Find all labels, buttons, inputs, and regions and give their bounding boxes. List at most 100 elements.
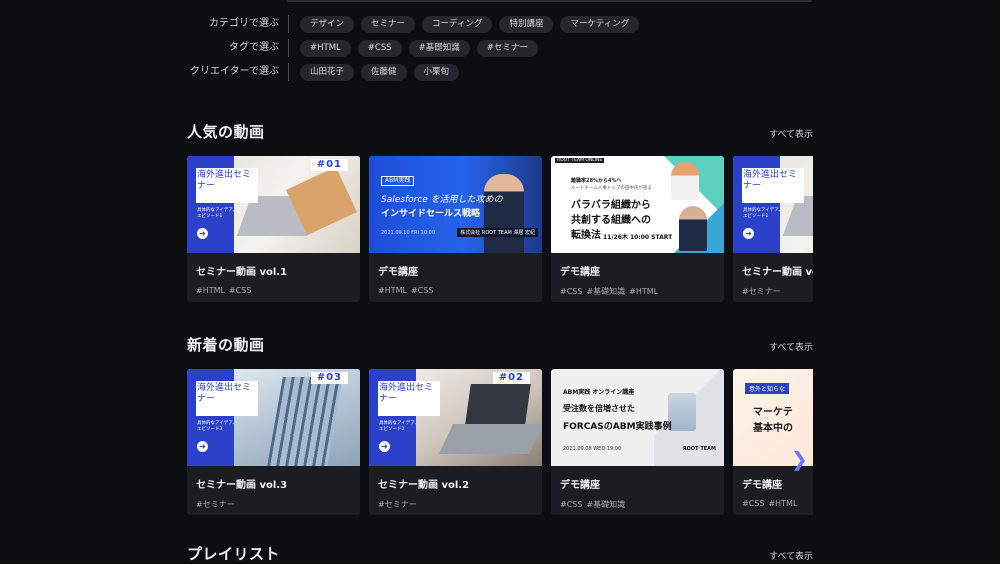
tag-link[interactable]: #基礎知識	[586, 500, 625, 509]
filter-row: タグで選ぶ #HTML #CSS #基礎知識 #セミナー	[187, 36, 827, 60]
thumbnail-subtitle: 具体的なアイデア、エピソード1	[197, 208, 237, 219]
filter-chip[interactable]: #基礎知識	[408, 39, 470, 57]
card-thumbnail[interactable]: ROOT TEAM ONLINE 離職率28%から4%へ ルートチーム人事トップの田…	[551, 156, 724, 253]
section-title-latest: 新着の動画	[187, 336, 265, 354]
building-shape	[265, 377, 343, 466]
thumbnail-heading2: 共創する組織への	[571, 215, 651, 226]
tag-link[interactable]: #CSS	[560, 500, 582, 509]
see-all-latest-link[interactable]: すべて表示	[769, 340, 813, 353]
popular-carousel[interactable]: 海外進出セミナー 具体的なアイデア、エピソード1 ➜ #01 セミナー動画 vol.1 #…	[187, 156, 813, 302]
filter-chip[interactable]: セミナー	[361, 15, 416, 33]
filter-chip[interactable]: 特別講座	[499, 15, 554, 33]
video-card[interactable]: 海外進出セミナー具体的なアイデア、エピソード1 ➜ セミナー動画 vol #セミナー	[733, 156, 813, 302]
tag-link[interactable]: #HTML	[378, 286, 407, 295]
top-divider	[287, 0, 812, 2]
thumbnail-date: 2021.09.08 WED 19:00	[563, 446, 622, 452]
thumbnail-line1: 受注数を倍増させた	[563, 404, 635, 413]
latest-carousel[interactable]: 海外進出セミナー 具体的なアイデア、エピソード3 ➜ #03 セミナー動画 vol.3 #…	[187, 369, 813, 515]
tag-link[interactable]: #CSS	[229, 286, 251, 295]
filter-chip[interactable]: コーディング	[422, 15, 493, 33]
video-title[interactable]: デモ講座	[560, 476, 715, 491]
card-body: セミナー動画 vol #セミナー	[733, 253, 813, 297]
tag-link[interactable]: #セミナー	[196, 500, 235, 509]
tag-link[interactable]: #セミナー	[378, 500, 417, 509]
arrow-right-icon: ➜	[379, 441, 390, 452]
carousel-next-icon[interactable]: ❯	[791, 449, 808, 469]
filter-chip[interactable]: マーケティング	[560, 15, 640, 33]
filter-chip[interactable]: #CSS	[357, 39, 402, 57]
popular-section: 人気の動画 すべて表示 海外進出セミナー 具体的なアイデア、エピソード1 ➜ #01 セ…	[187, 121, 813, 302]
section-title-playlist: プレイリスト	[187, 545, 281, 563]
thumbnail-badge: ABM実践	[381, 176, 415, 186]
filter-panel: カテゴリで選ぶ デザイン セミナー コーディング 特別講座 マーケティング タグで選ぶ #HT…	[187, 12, 827, 84]
video-card[interactable]: 海外進出セミナー 具体的なアイデア、エピソード1 ➜ #01 セミナー動画 vol.1 #…	[187, 156, 360, 302]
thumbnail-line2: インサイドセールス戦略	[381, 209, 481, 219]
see-all-playlist-link[interactable]: すべて表示	[769, 549, 813, 562]
thumbnail-badge: ABM実践 オンライン講座	[563, 389, 635, 396]
video-card[interactable]: 海外進出セミナー 具体的なアイデア、エピソード2 ➜ #02 セミナー動画 vol.2 #…	[369, 369, 542, 515]
video-title[interactable]: デモ講座	[378, 263, 533, 278]
card-thumbnail[interactable]: ABM実践 Salesforce を活用した攻めの インサイドセールス戦略 2021.…	[369, 156, 542, 253]
thumbnail-sub1: 離職率28%から4%へ	[571, 178, 622, 184]
filter-chips: 山田花子 佐藤健 小栗旬	[289, 63, 460, 81]
video-card[interactable]: 海外進出セミナー 具体的なアイデア、エピソード3 ➜ #03 セミナー動画 vol.3 #…	[187, 369, 360, 515]
filter-row: カテゴリで選ぶ デザイン セミナー コーディング 特別講座 マーケティング	[187, 12, 827, 36]
card-thumbnail[interactable]: 海外進出セミナー 具体的なアイデア、エピソード2 ➜ #02	[369, 369, 542, 466]
tag-link[interactable]: #基礎知識	[586, 287, 625, 296]
card-thumbnail[interactable]: 海外進出セミナー 具体的なアイデア、エピソード3 ➜ #03	[187, 369, 360, 466]
filter-chip[interactable]: 山田花子	[300, 63, 355, 81]
video-tags: #セミナー	[196, 499, 351, 510]
thumbnail-sub2: ルートチーム人事トップの田中氏が語る	[571, 186, 652, 191]
filter-label: クリエイターで選ぶ	[187, 63, 289, 81]
tag-link[interactable]: #CSS	[411, 286, 433, 295]
filter-chip[interactable]: #セミナー	[476, 39, 538, 57]
filter-chip[interactable]: 佐藤健	[361, 63, 407, 81]
card-thumbnail[interactable]: 海外進出セミナー 具体的なアイデア、エピソード1 ➜ #01	[187, 156, 360, 253]
video-card[interactable]: ABM実践 オンライン講座 受注数を倍増させた FORCASのABM実践事例 2021…	[551, 369, 724, 515]
video-tags: #CSS #基礎知識 #HTML	[560, 286, 715, 297]
card-body: デモ講座 #CSS #HTML	[733, 466, 813, 508]
thumbnail-line2: 基本中の	[753, 423, 793, 434]
thumbnail-brand: ROOT TEAM	[682, 446, 716, 452]
keyboard-shape	[439, 424, 542, 454]
video-tags: #CSS #基礎知識	[560, 499, 715, 510]
video-title[interactable]: セミナー動画 vol.3	[196, 476, 351, 491]
filter-chip[interactable]: 小栗旬	[413, 63, 460, 81]
video-card[interactable]: ABM実践 Salesforce を活用した攻めの インサイドセールス戦略 2021.…	[369, 156, 542, 302]
video-title[interactable]: セミナー動画 vol.1	[196, 263, 351, 278]
thumbnail-title: 海外進出セミナー	[197, 383, 252, 404]
video-title[interactable]: デモ講座	[560, 263, 715, 278]
tag-link[interactable]: #HTML	[629, 287, 658, 296]
video-title[interactable]: セミナー動画 vol	[742, 263, 813, 278]
arrow-right-icon: ➜	[197, 441, 208, 452]
video-card[interactable]: 意外と知らな マーケテ 基本中の デモ講座 #CSS #HTML	[733, 369, 813, 515]
thumbnail-subtitle: 具体的なアイデア、エピソード2	[379, 421, 419, 432]
card-thumbnail[interactable]: 海外進出セミナー 具体的なアイデア、エピソード1 ➜	[733, 156, 813, 253]
see-all-popular-link[interactable]: すべて表示	[769, 127, 813, 140]
video-tags: #CSS #HTML	[742, 499, 813, 508]
card-thumbnail[interactable]: ABM実践 オンライン講座 受注数を倍増させた FORCASのABM実践事例 2021…	[551, 369, 724, 466]
episode-number: #02	[492, 372, 530, 384]
tag-link[interactable]: #HTML	[768, 499, 797, 508]
latest-section: 新着の動画 すべて表示 海外進出セミナー 具体的なアイデア、エピソード3 ➜ #03 セ…	[187, 334, 813, 515]
card-body: セミナー動画 vol.1 #HTML #CSS	[187, 253, 360, 295]
thumbnail-line2: FORCASのABM実践事例	[563, 422, 672, 432]
filter-chips: #HTML #CSS #基礎知識 #セミナー	[289, 39, 538, 57]
card-body: セミナー動画 vol.3 #セミナー	[187, 466, 360, 510]
video-title[interactable]: デモ講座	[742, 476, 813, 491]
video-card[interactable]: ROOT TEAM ONLINE 離職率28%から4%へ ルートチーム人事トップの田…	[551, 156, 724, 302]
thumbnail-line1: Salesforce を活用した攻めの	[381, 195, 503, 205]
thumbnail-chip: 意外と知らな	[745, 383, 790, 394]
tag-link[interactable]: #CSS	[742, 499, 764, 508]
arrow-right-icon: ➜	[743, 228, 754, 239]
video-title[interactable]: セミナー動画 vol.2	[378, 476, 533, 491]
filter-chip[interactable]: #HTML	[300, 39, 351, 57]
thumbnail-heading1: バラバラ組織から	[571, 200, 651, 211]
tag-link[interactable]: #セミナー	[742, 287, 781, 296]
tag-link[interactable]: #CSS	[560, 287, 582, 296]
tag-link[interactable]: #HTML	[196, 286, 225, 295]
thumbnail-title: 海外進出セミナー	[743, 170, 798, 191]
section-title-popular: 人気の動画	[187, 123, 265, 141]
filter-chip[interactable]: デザイン	[300, 15, 355, 33]
arrow-right-icon: ➜	[197, 228, 208, 239]
